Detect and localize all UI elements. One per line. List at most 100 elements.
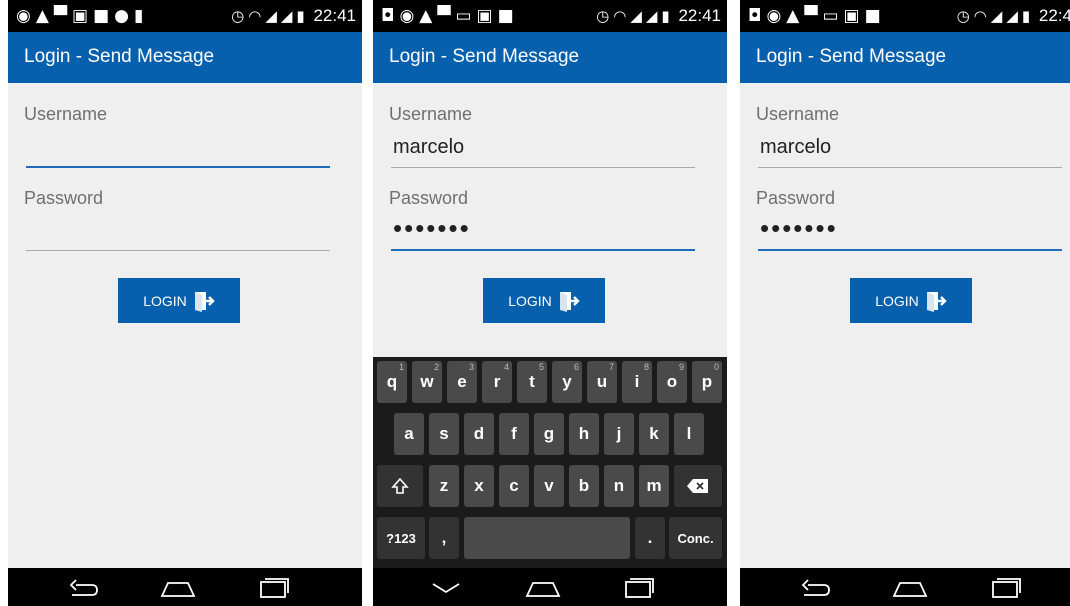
password-field[interactable]: ••••••• [391,211,695,251]
app-icon: ▲ [35,6,54,26]
key-c[interactable]: c [499,465,529,507]
chat-icon: ■ [864,6,886,26]
key-z[interactable]: z [429,465,459,507]
whatsapp-icon: ◉ [766,6,787,26]
password-label: Password [756,188,836,208]
app-bar: Login - Send Message [740,32,1070,83]
username-label: Username [24,104,108,124]
key-j[interactable]: j [604,413,634,455]
shift-key[interactable] [377,465,423,507]
key-k[interactable]: k [639,413,669,455]
field-underline [391,249,695,251]
key-g[interactable]: g [534,413,564,455]
notification-icons: ◘◉▲▀▭▣■ [381,6,519,26]
alarm-icon: ◷ [231,7,245,25]
login-button[interactable]: LOGIN [483,278,605,323]
login-button-label: LOGIN [508,292,552,309]
login-button-label: LOGIN [875,292,919,309]
hide-keyboard-icon[interactable] [429,579,463,597]
key-t[interactable]: 5t [517,361,547,403]
username-field[interactable] [26,128,330,168]
back-icon[interactable] [798,577,832,599]
key-a[interactable]: a [394,413,424,455]
recents-icon[interactable] [623,577,655,599]
status-bar: ◉▲▀▣■●▮ ◷ ◠ ◢ ◢ ▮ 22:41 [8,0,362,32]
alarm-icon: ◷ [596,7,610,25]
back-icon[interactable] [66,577,100,599]
field-underline [26,250,330,251]
recents-icon[interactable] [990,577,1022,599]
app-title: Login - Send Message [24,46,215,67]
key-e[interactable]: 3e [447,361,477,403]
enter-key[interactable]: Conc. [669,517,722,559]
signal2-icon: ◢ [645,7,658,25]
period-key[interactable]: . [635,517,665,559]
system-icons: ◷ ◠ ◢ ◢ ▮ 22:41 [592,6,721,26]
app-title: Login - Send Message [756,46,947,67]
gallery-icon: ▀ [53,6,72,26]
key-q[interactable]: 1q [377,361,407,403]
space-key[interactable] [464,517,630,559]
key-x[interactable]: x [464,465,494,507]
password-value: ••••••• [760,213,838,243]
game-icon: ◘ [381,6,400,26]
backspace-icon [687,479,708,493]
key-v[interactable]: v [534,465,564,507]
login-button-label: LOGIN [143,292,187,309]
key-p[interactable]: 0p [692,361,722,403]
username-label: Username [756,104,840,124]
field-underline [758,167,1062,168]
battery-icon: ▮ [296,7,305,25]
phone-screen-1: ◉▲▀▣■●▮ ◷ ◠ ◢ ◢ ▮ 22:41 Login - Send Message… [8,0,362,606]
username-label: Username [389,104,473,124]
mail-icon: ▣ [843,6,865,26]
field-underline [391,167,695,168]
system-icons: ◷ ◠ ◢ ◢ ▮ 22:41 [227,6,356,26]
home-icon[interactable] [160,577,196,599]
key-n[interactable]: n [604,465,634,507]
login-button[interactable]: LOGIN [118,278,240,323]
key-m[interactable]: m [639,465,669,507]
mail-icon: ▣ [72,6,94,26]
key-o[interactable]: 9o [657,361,687,403]
chat-icon: ■ [93,6,115,26]
app-bar: Login - Send Message [8,32,362,83]
key-i[interactable]: 8i [622,361,652,403]
symbols-key[interactable]: ?123 [377,517,425,559]
system-icons: ◷ ◠ ◢ ◢ ▮ 22:4 [953,6,1070,26]
username-field[interactable]: marcelo [391,128,695,168]
home-icon[interactable] [892,577,928,599]
password-field[interactable] [26,211,330,251]
app-icon: ▲ [419,6,438,26]
key-h[interactable]: h [569,413,599,455]
key-u[interactable]: 7u [587,361,617,403]
username-value: marcelo [393,136,465,158]
bars-icon: ▮ [133,6,149,26]
key-y[interactable]: 6y [552,361,582,403]
clock: 22:4 [1038,6,1070,25]
wifi-icon: ◠ [613,7,627,25]
comma-key[interactable]: , [429,517,459,559]
mail-icon: ▣ [476,6,498,26]
backspace-key[interactable] [674,465,722,507]
key-r[interactable]: 4r [482,361,512,403]
exit-door-icon [926,291,947,312]
screen-icon: ▭ [822,6,844,26]
recents-icon[interactable] [258,577,290,599]
username-field[interactable]: marcelo [758,128,1062,168]
key-s[interactable]: s [429,413,459,455]
key-d[interactable]: d [464,413,494,455]
key-f[interactable]: f [499,413,529,455]
login-button[interactable]: LOGIN [850,278,972,323]
signal2-icon: ◢ [1006,7,1018,25]
password-field[interactable]: ••••••• [758,211,1062,251]
navigation-bar [740,568,1070,606]
key-l[interactable]: l [674,413,704,455]
key-w[interactable]: 2w [412,361,442,403]
home-icon[interactable] [525,577,561,599]
key-b[interactable]: b [569,465,599,507]
signal1-icon: ◢ [265,7,277,25]
phone-screen-2: ◘◉▲▀▭▣■ ◷ ◠ ◢ ◢ ▮ 22:41 Login - Send Message… [373,0,727,606]
gallery-icon: ▀ [804,6,823,26]
exit-door-icon [559,291,580,312]
